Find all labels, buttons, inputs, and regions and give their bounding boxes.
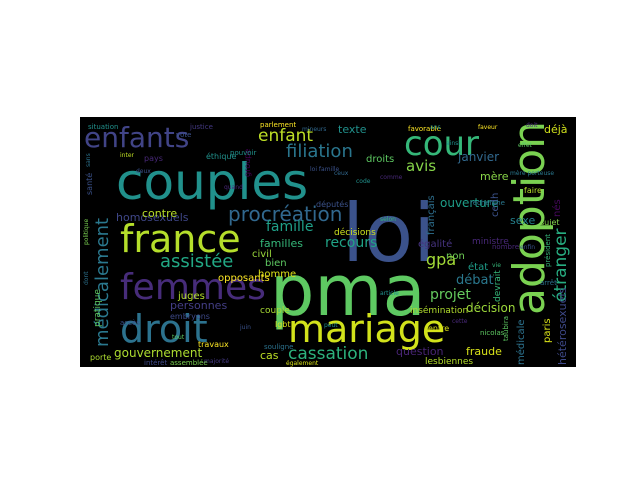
word-inter: inter: [120, 152, 135, 159]
word-nes: nés: [551, 199, 563, 217]
word-texte: texte: [338, 123, 367, 136]
word-pouvoir: pouvoir: [230, 149, 257, 157]
word-francais: français: [426, 195, 437, 235]
word-filiation: filiation: [286, 141, 353, 162]
word-politique: politique: [83, 219, 90, 245]
word-vie: vie: [492, 262, 501, 269]
word-pratique: pratique: [93, 289, 103, 327]
word-recherche: recherche: [470, 199, 505, 207]
word-mere-porteuse: mère porteuse: [510, 170, 554, 177]
word-decisions: décisions: [334, 227, 376, 238]
word-egalite: égalité: [418, 238, 452, 250]
word-entre: entre: [428, 324, 449, 333]
word-janvier: janvier: [457, 150, 499, 164]
word-souligne: souligne: [264, 343, 293, 351]
word-travaux: travaux: [198, 340, 229, 349]
word-justice: justice: [189, 123, 213, 131]
word-cette: cette: [452, 318, 468, 325]
word-parlement: parlement: [260, 121, 296, 129]
word-tout: tout: [172, 334, 185, 341]
word-mineurs: mineurs: [302, 126, 326, 133]
word-opposants: opposants: [218, 273, 270, 284]
word-arret: arrêt: [540, 279, 557, 287]
word-paris: paris: [542, 318, 553, 343]
word-selon: selon: [380, 216, 396, 223]
word-majorite: majorité: [204, 358, 229, 365]
word-gouvernement: gouvernement: [114, 346, 202, 360]
word-couple: couple: [260, 306, 290, 316]
word-deux: deux: [136, 168, 151, 175]
word-acces: accès: [120, 319, 140, 327]
word-non: non: [446, 251, 465, 262]
word-sexe: sexe: [510, 214, 535, 227]
word-droits: droits: [366, 154, 394, 165]
word-lgbt: lgbt: [275, 320, 291, 329]
word-heterosexuels: hétérosexuels: [556, 288, 569, 365]
word-code: code: [356, 178, 371, 185]
word-faire: faire: [524, 186, 542, 195]
word-embryons: embryons: [170, 312, 210, 321]
word-president: président: [544, 234, 552, 267]
word-porte: porte: [90, 353, 111, 362]
word-nicolas: nicolas: [480, 329, 505, 337]
word-juin: juin: [239, 324, 251, 331]
word-ainsi: ainsi: [446, 140, 460, 147]
word-comme: comme: [380, 174, 403, 181]
word-personnes: personnes: [170, 299, 227, 312]
word-cloud: pmaloicouples adoptionmariagedroitfrancef…: [83, 121, 571, 367]
word-faveur: faveur: [478, 124, 498, 131]
word-sans: sans: [85, 153, 92, 167]
word-article: article: [380, 290, 399, 297]
word-egalement: également: [286, 360, 319, 367]
word-assistee: assistée: [160, 251, 233, 272]
word-mere: mère: [480, 170, 509, 183]
word-bien: bien: [265, 258, 287, 269]
word-cloud-image: pma loi couples adoption mariage droit france f…: [80, 117, 576, 367]
word-enfin: enfin: [520, 244, 535, 251]
word-deputes: députés: [316, 199, 348, 209]
word-interet: intérêt: [144, 359, 167, 367]
word-devrait: devrait: [493, 270, 503, 302]
word-ans: ans: [430, 124, 441, 131]
word-sujet: sujet: [540, 218, 560, 227]
word-medicale: médicale: [515, 319, 527, 365]
word-peut: peut: [324, 322, 338, 329]
word-assemblee: assemblée: [170, 359, 208, 367]
word-quand: quand: [224, 184, 243, 191]
word-situation: situation: [88, 123, 118, 131]
word-etat: état: [468, 261, 488, 273]
word-famille: famille: [266, 219, 313, 235]
word-effet: effet: [518, 142, 533, 149]
word-deja: déjà: [544, 123, 568, 136]
word-dont: dont: [83, 271, 90, 285]
word-decision: décision: [466, 301, 515, 315]
word-ceux: ceux: [334, 170, 349, 177]
word-sante: santé: [84, 173, 94, 195]
word-pays: pays: [144, 154, 163, 163]
word-doit: doit: [526, 122, 538, 129]
word-lesbiennes: lesbiennes: [425, 357, 473, 367]
word-nombre: nombre: [492, 243, 519, 251]
word-avis: avis: [406, 157, 436, 175]
word-debat: débat: [456, 273, 494, 288]
word-contre: contre: [142, 207, 177, 220]
word-vote: vote: [176, 131, 191, 139]
word-insemination: insémination: [410, 305, 468, 316]
